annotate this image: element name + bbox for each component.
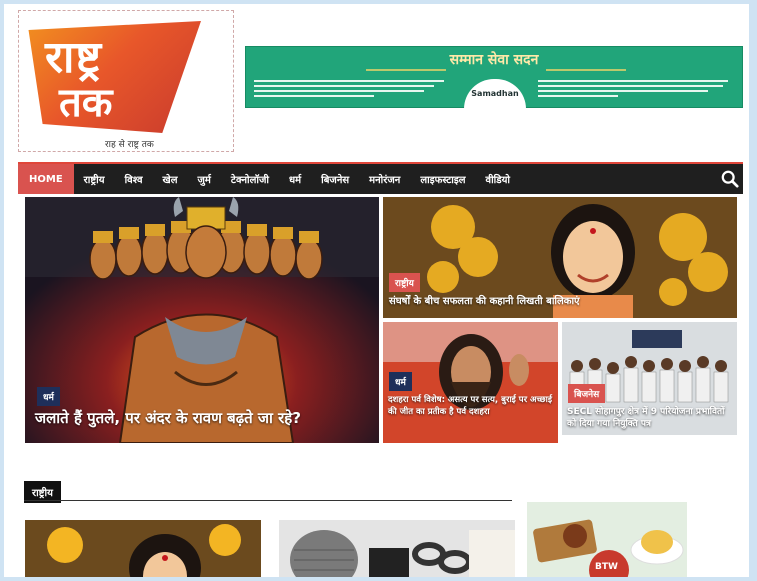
hero-bottom-left-story[interactable]: धर्म दशहरा पर्व विशेष: असत्य पर सत्य, बु… xyxy=(383,322,558,443)
hero-top-right-title[interactable]: संघर्षों के बीच सफलता की कहानी लिखती बाल… xyxy=(389,295,729,308)
site-logo[interactable]: राष्ट्र तक राह से राष्ट्र तक xyxy=(18,10,234,152)
nav-home[interactable]: HOME xyxy=(18,164,74,194)
nav-item-dharm[interactable]: धर्म xyxy=(279,164,311,194)
section-story-thumb[interactable] xyxy=(25,520,261,577)
category-badge[interactable]: राष्ट्रीय xyxy=(389,273,420,292)
section-story-thumb[interactable] xyxy=(279,520,515,577)
search-icon[interactable] xyxy=(721,170,739,188)
banner-divider xyxy=(366,69,446,71)
nav-item-lifestyle[interactable]: लाइफस्टाइल xyxy=(410,164,475,194)
banner-text-block xyxy=(538,77,738,100)
ad-badge: BTW xyxy=(595,562,618,572)
main-nav: HOME राष्ट्रीय विश्व खेल जुर्म टेक्नोलॉज… xyxy=(18,162,743,194)
nav-item-rashtriya[interactable]: राष्ट्रीय xyxy=(74,164,115,194)
category-badge[interactable]: धर्म xyxy=(389,372,412,391)
hero-main-story[interactable]: धर्म जलाते हैं पुतले, पर अंदर के रावण बढ… xyxy=(25,197,379,443)
nav-item-jurm[interactable]: जुर्म xyxy=(188,164,221,194)
microphone-chain-image xyxy=(279,520,515,577)
girl-thumbnail-image xyxy=(25,520,261,577)
nav-item-manoranjan[interactable]: मनोरंजन xyxy=(359,164,410,194)
hero-main-title[interactable]: जलाते हैं पुतले, पर अंदर के रावण बढ़ते ज… xyxy=(35,409,365,428)
category-badge[interactable]: बिजनेस xyxy=(568,384,606,403)
hero-top-right-story[interactable]: राष्ट्रीय संघर्षों के बीच सफलता की कहानी… xyxy=(383,197,737,318)
ravana-image xyxy=(25,197,379,443)
banner-logo: Samadhan xyxy=(464,79,526,109)
nav-item-vishwa[interactable]: विश्व xyxy=(115,164,153,194)
hero-bottom-left-title[interactable]: दशहरा पर्व विशेष: असत्य पर सत्य, बुराई प… xyxy=(388,394,556,418)
banner-divider xyxy=(546,69,626,71)
section-divider xyxy=(24,500,512,501)
logo-line2: तक xyxy=(59,80,113,126)
banner-title: सम्मान सेवा सदन xyxy=(449,52,539,68)
hero-bottom-right-story[interactable]: बिजनेस SECL सोहागपुर क्षेत्र में 9 परियो… xyxy=(562,322,737,435)
nav-item-video[interactable]: वीडियो xyxy=(476,164,520,194)
logo-tagline: राह से राष्ट्र तक xyxy=(105,140,154,150)
hero-bottom-right-title[interactable]: SECL सोहागपुर क्षेत्र में 9 परियोजना प्र… xyxy=(567,406,735,430)
sidebar-food-ad[interactable]: BTW xyxy=(527,502,687,577)
nav-item-khel[interactable]: खेल xyxy=(153,164,188,194)
page-frame: राष्ट्र तक राह से राष्ट्र तक सम्मान सेवा… xyxy=(4,4,749,577)
nav-item-technology[interactable]: टेक्नोलॉजी xyxy=(221,164,279,194)
header-banner-ad[interactable]: सम्मान सेवा सदन Samadhan xyxy=(245,46,743,109)
banner-text-block xyxy=(254,77,454,100)
category-badge[interactable]: धर्म xyxy=(37,387,60,406)
nav-item-business[interactable]: बिजनेस xyxy=(311,164,359,194)
